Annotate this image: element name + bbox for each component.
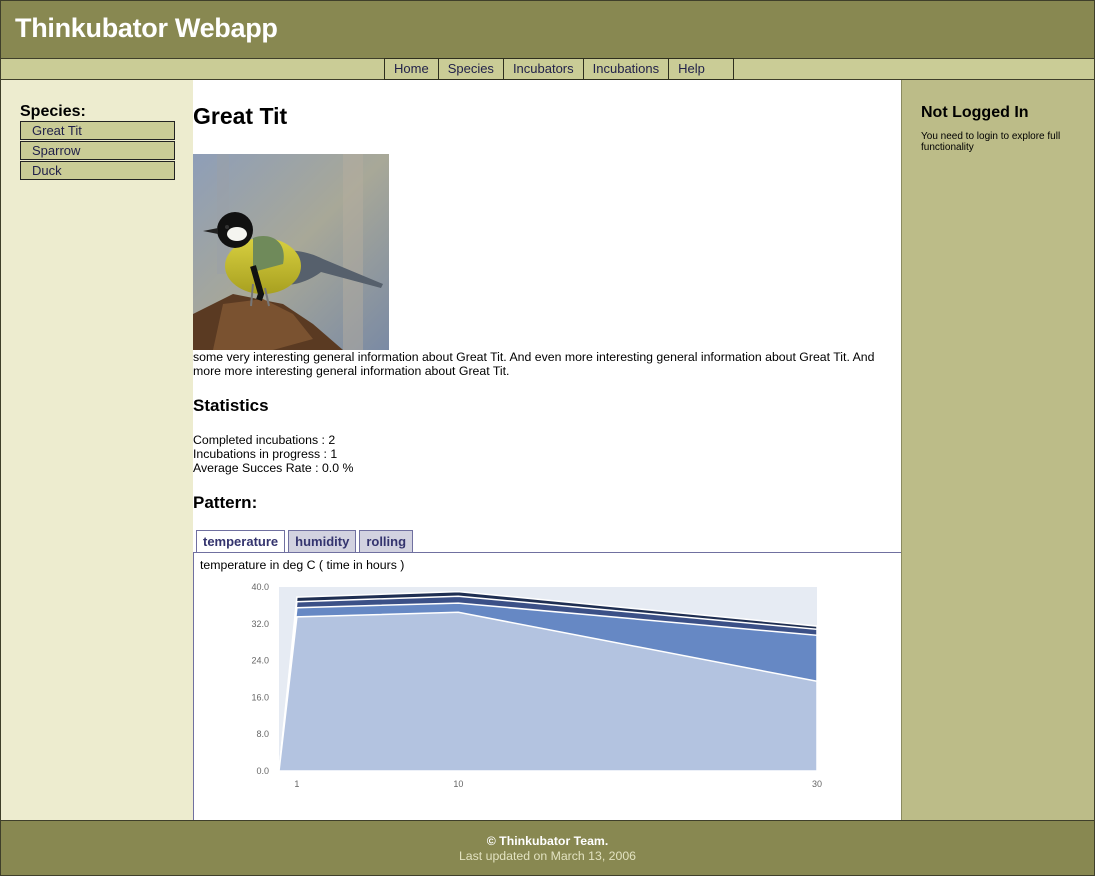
main-content: Great Tit some very interesting general … xyxy=(193,80,902,820)
login-panel: Not Logged In You need to login to explo… xyxy=(901,80,1095,820)
species-sidebar: Species: Great Tit Sparrow Duck xyxy=(0,80,193,820)
nav-species[interactable]: Species xyxy=(437,58,503,80)
nav-help[interactable]: Help xyxy=(668,58,734,80)
top-nav: Home Species Incubators Incubations Help xyxy=(0,58,1095,80)
site-header: Thinkubator Webapp xyxy=(0,0,1095,59)
footer-copyright: © Thinkubator Team. xyxy=(486,834,609,848)
tab-humidity[interactable]: humidity xyxy=(288,530,357,553)
site-footer: © Thinkubator Team. Last updated on Marc… xyxy=(0,820,1095,876)
nav-incubators[interactable]: Incubators xyxy=(502,58,583,80)
temperature-chart: 0.0 8.0 16.0 24.0 32.0 40.0 1 10 30 xyxy=(251,582,822,789)
x-tick-label: 30 xyxy=(812,779,822,789)
login-heading: Not Logged In xyxy=(921,104,1029,121)
y-tick-label: 0.0 xyxy=(256,766,269,776)
login-message: You need to login to explore full functi… xyxy=(921,131,1061,153)
species-photo xyxy=(193,154,389,350)
tab-temperature[interactable]: temperature xyxy=(196,530,286,554)
sidebar-heading: Species: xyxy=(20,103,86,120)
nav-incubations[interactable]: Incubations xyxy=(582,58,669,80)
tab-panel: temperature in deg C ( time in hours ) 0… xyxy=(193,552,902,820)
statistics-heading: Statistics xyxy=(193,396,269,415)
nav-home[interactable]: Home xyxy=(384,58,438,80)
species-item-duck[interactable]: Duck xyxy=(20,161,175,180)
pattern-heading: Pattern: xyxy=(193,493,258,512)
stat-in-progress: Incubations in progress : 1 xyxy=(193,447,338,461)
stat-completed: Completed incubations : 2 xyxy=(193,433,336,447)
x-tick-label: 10 xyxy=(453,779,463,789)
stat-success-rate: Average Succes Rate : 0.0 % xyxy=(193,461,354,475)
species-item-sparrow[interactable]: Sparrow xyxy=(20,141,175,160)
footer-updated: Last updated on March 13, 2006 xyxy=(458,849,637,863)
y-tick-label: 32.0 xyxy=(251,619,269,629)
y-tick-label: 8.0 xyxy=(256,729,269,739)
x-tick-label: 1 xyxy=(294,779,299,789)
pattern-tabs: temperature humidity rolling xyxy=(196,530,416,554)
page-title: Great Tit xyxy=(193,103,288,129)
site-title: Thinkubator Webapp xyxy=(15,13,278,43)
y-tick-label: 24.0 xyxy=(251,656,269,666)
species-list: Great Tit Sparrow Duck xyxy=(20,121,175,181)
chart-caption: temperature in deg C ( time in hours ) xyxy=(200,558,405,572)
species-description: some very interesting general informatio… xyxy=(193,350,875,378)
y-tick-label: 16.0 xyxy=(251,692,269,702)
species-item-great-tit[interactable]: Great Tit xyxy=(20,121,175,140)
y-tick-label: 40.0 xyxy=(251,582,269,592)
tab-rolling[interactable]: rolling xyxy=(359,530,414,553)
